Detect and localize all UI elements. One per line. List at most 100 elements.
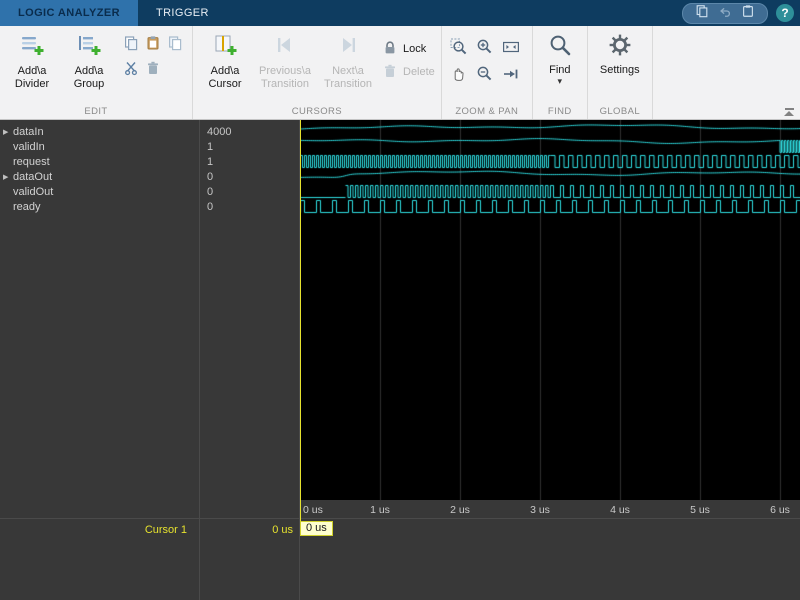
titlebar: LOGIC ANALYZER TRIGGER ? [0,0,800,26]
time-tick-label: 1 us [370,504,390,516]
delete-cursor-label: Delete [403,66,435,78]
section-label-cursors: CURSORS [291,106,343,117]
signal-name: dataOut [13,170,53,183]
duplicate-button[interactable] [164,34,186,56]
cut-button[interactable] [120,59,142,81]
signal-row[interactable]: ▶ dataOut [0,169,199,184]
ribbon-toolbar: Add\a Divider Add\a Group EDIT Add\a Cur… [0,26,800,120]
tab-trigger-label: TRIGGER [155,7,209,19]
quick-access-bar [682,2,768,24]
next-transition-button[interactable]: Next\a Transition [319,30,377,91]
section-label-global: GLOBAL [599,106,640,117]
signal-name: dataIn [13,125,44,138]
paste-button[interactable] [142,34,164,56]
next-transition-label: Next\a Transition [324,65,372,90]
section-label-find: FIND [547,106,572,117]
add-divider-label: Add\a Divider [14,65,50,90]
gear-icon [608,33,632,62]
expand-arrow-icon[interactable]: ▶ [0,128,12,136]
signal-value: 1 [207,155,214,168]
signal-value: 0 [207,185,214,198]
time-cursor-readout[interactable]: 0 us [300,521,333,536]
help-button[interactable]: ? [776,4,794,22]
lock-cursor-button[interactable]: Lock [382,39,435,59]
add-group-label: Add\a Group [73,65,105,90]
cursor-panel: Cursor 1 0 us [0,519,800,600]
zoom-in-button[interactable] [474,38,496,60]
add-cursor-button[interactable]: Add\a Cursor [199,30,251,91]
scissors-icon [123,60,139,81]
find-button[interactable]: Find ▾ [539,30,581,104]
lock-icon [382,40,398,59]
fit-window-button[interactable] [500,65,522,87]
signal-row[interactable]: validIn [0,139,199,154]
signal-values-list: 4000 1 1 0 0 0 [200,120,300,504]
signal-row[interactable]: validOut [0,184,199,199]
copy-button[interactable] [120,34,142,56]
zoom-in-icon [476,38,494,61]
clipboard-paste-icon [145,35,161,56]
add-group-button[interactable]: Add\a Group [63,30,115,91]
collapse-ribbon-button[interactable] [784,108,794,116]
signal-name: validIn [13,140,45,153]
pan-button[interactable] [448,65,470,87]
ribbon-section-global: Settings GLOBAL [588,26,653,119]
trash-icon [382,63,398,82]
signal-name: validOut [13,185,54,198]
column-separator [199,500,200,518]
section-label-zoom-pan: ZOOM & PAN [455,106,519,117]
tab-logic-analyzer[interactable]: LOGIC ANALYZER [0,0,138,26]
arrow-to-edge-icon [502,65,520,88]
time-tick-label: 6 us [770,504,790,516]
arrow-right-icon [336,33,360,62]
section-label-edit: EDIT [84,106,108,117]
signal-row[interactable]: ▶ dataIn [0,124,199,139]
ribbon-section-find: Find ▾ FIND [533,26,588,119]
add-cursor-label: Add\a Cursor [208,65,242,90]
zoom-out-icon [476,65,494,88]
arrow-left-icon [273,33,297,62]
lock-label: Lock [403,43,427,55]
waveform-canvas[interactable] [300,120,800,500]
duplicate-pages-icon [167,35,183,56]
time-axis: 0 us 1 us 2 us 3 us 4 us 5 us 6 us [0,500,800,519]
ribbon-filler [653,26,800,119]
delete-waves-button[interactable] [142,59,164,81]
duplicate-icon[interactable] [695,4,709,23]
zoom-region-icon [450,38,468,61]
chevron-down-icon: ▾ [557,76,563,86]
previous-transition-label: Previous\a Transition [259,65,311,90]
ribbon-section-cursors: Add\a Cursor Previous\a Transition Next\… [193,26,442,119]
paste-icon[interactable] [741,4,755,23]
time-tick-label: 0 us [303,504,323,516]
time-tick-label: 5 us [690,504,710,516]
time-tick-label: 2 us [450,504,470,516]
signal-row[interactable]: ready [0,199,199,214]
ribbon-section-zoom-pan: ZOOM & PAN [442,26,533,119]
find-magnifier-icon [548,33,572,62]
expand-arrow-icon[interactable]: ▶ [0,173,12,181]
cursor-name-label: Cursor 1 [144,524,187,536]
copy-icon [123,35,139,56]
add-divider-button[interactable]: Add\a Divider [6,30,58,91]
time-cursor-line[interactable] [300,120,301,521]
signal-value: 0 [207,170,214,183]
hand-pan-icon [450,65,468,88]
time-tick-label: 4 us [610,504,630,516]
trash-icon [145,60,161,81]
fit-to-view-button[interactable] [500,38,522,60]
cursor-value-label: 0 us [272,524,293,536]
previous-transition-button[interactable]: Previous\a Transition [256,30,314,91]
undo-icon[interactable] [718,4,732,23]
signal-name: ready [13,200,41,213]
settings-button[interactable]: Settings [594,30,646,104]
zoom-out-button[interactable] [474,65,496,87]
add-group-icon [77,33,101,62]
signal-row[interactable]: request [0,154,199,169]
signal-names-list: ▶ dataIn validIn request ▶ dataOut validOut rea… [0,120,200,504]
find-label: Find [549,64,571,76]
delete-cursor-button[interactable]: Delete [382,62,435,82]
zoom-in-x-button[interactable] [448,38,470,60]
tab-trigger[interactable]: TRIGGER [138,0,227,26]
signal-value: 4000 [207,125,232,138]
